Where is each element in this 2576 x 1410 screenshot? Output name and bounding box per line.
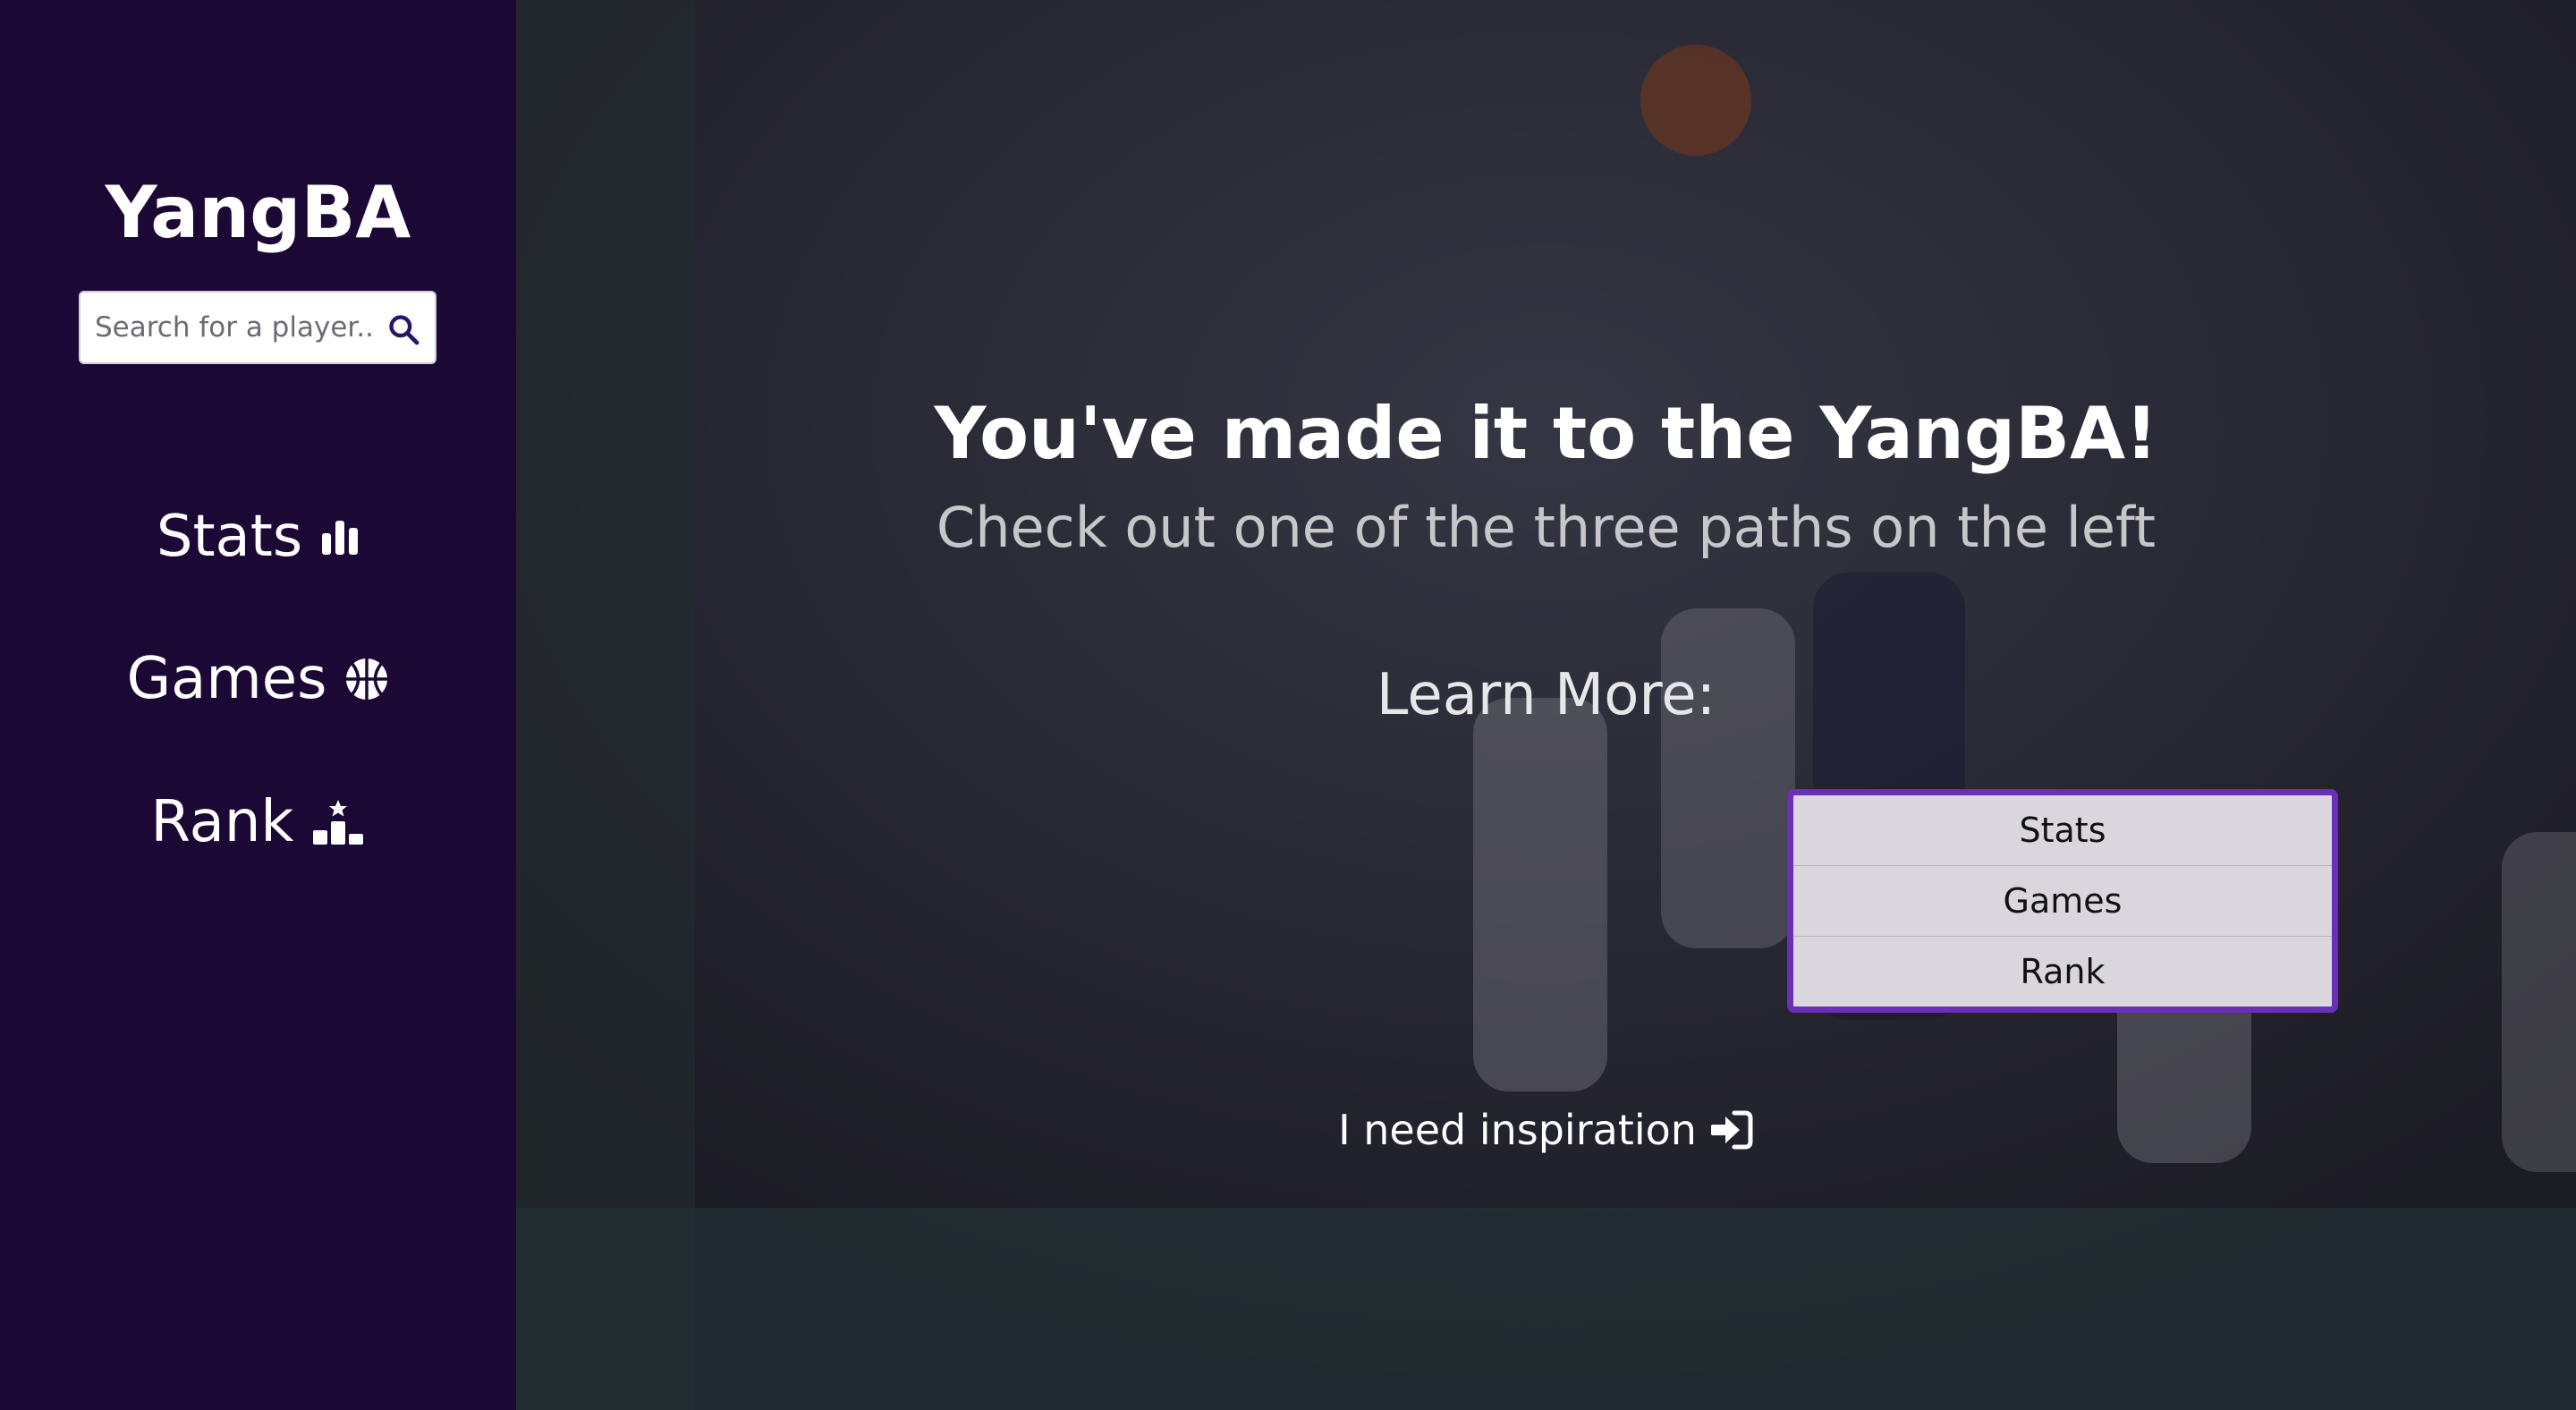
podium-icon	[313, 800, 364, 845]
inspiration-link[interactable]: I need inspiration	[516, 1106, 2576, 1154]
inspiration-label: I need inspiration	[1338, 1106, 1697, 1154]
sidebar-item-games[interactable]: Games	[0, 639, 516, 719]
learn-more-select[interactable]: Stats Games Rank	[1787, 789, 2338, 1013]
sidebar: YangBA Stats Games	[0, 0, 516, 1410]
learn-more-option-stats[interactable]: Stats	[1793, 795, 2332, 866]
brand-logo[interactable]: YangBA	[0, 168, 516, 258]
main-hero: You've made it to the YangBA! Check out …	[516, 0, 2576, 1410]
search-box	[79, 291, 436, 364]
learn-more-option-rank[interactable]: Rank	[1793, 937, 2332, 1007]
sidebar-item-label: Rank	[150, 789, 294, 855]
page-subtitle: Check out one of the three paths on the …	[936, 495, 2157, 560]
learn-more-label: Learn More:	[1376, 662, 1716, 728]
sign-in-icon	[1710, 1110, 1753, 1150]
sidebar-item-stats[interactable]: Stats	[0, 497, 516, 577]
sidebar-item-rank[interactable]: Rank	[0, 782, 516, 862]
app-root: YangBA Stats Games	[0, 0, 2576, 1410]
bar-chart-icon	[322, 521, 359, 555]
search-input[interactable]	[80, 310, 374, 344]
hero-content: You've made it to the YangBA! Check out …	[516, 0, 2576, 1410]
sidebar-item-label: Stats	[156, 504, 303, 570]
learn-more-option-games[interactable]: Games	[1793, 866, 2332, 937]
page-title: You've made it to the YangBA!	[934, 392, 2158, 475]
basketball-icon	[346, 658, 388, 700]
search-icon[interactable]	[386, 312, 420, 346]
sidebar-item-label: Games	[126, 646, 327, 712]
